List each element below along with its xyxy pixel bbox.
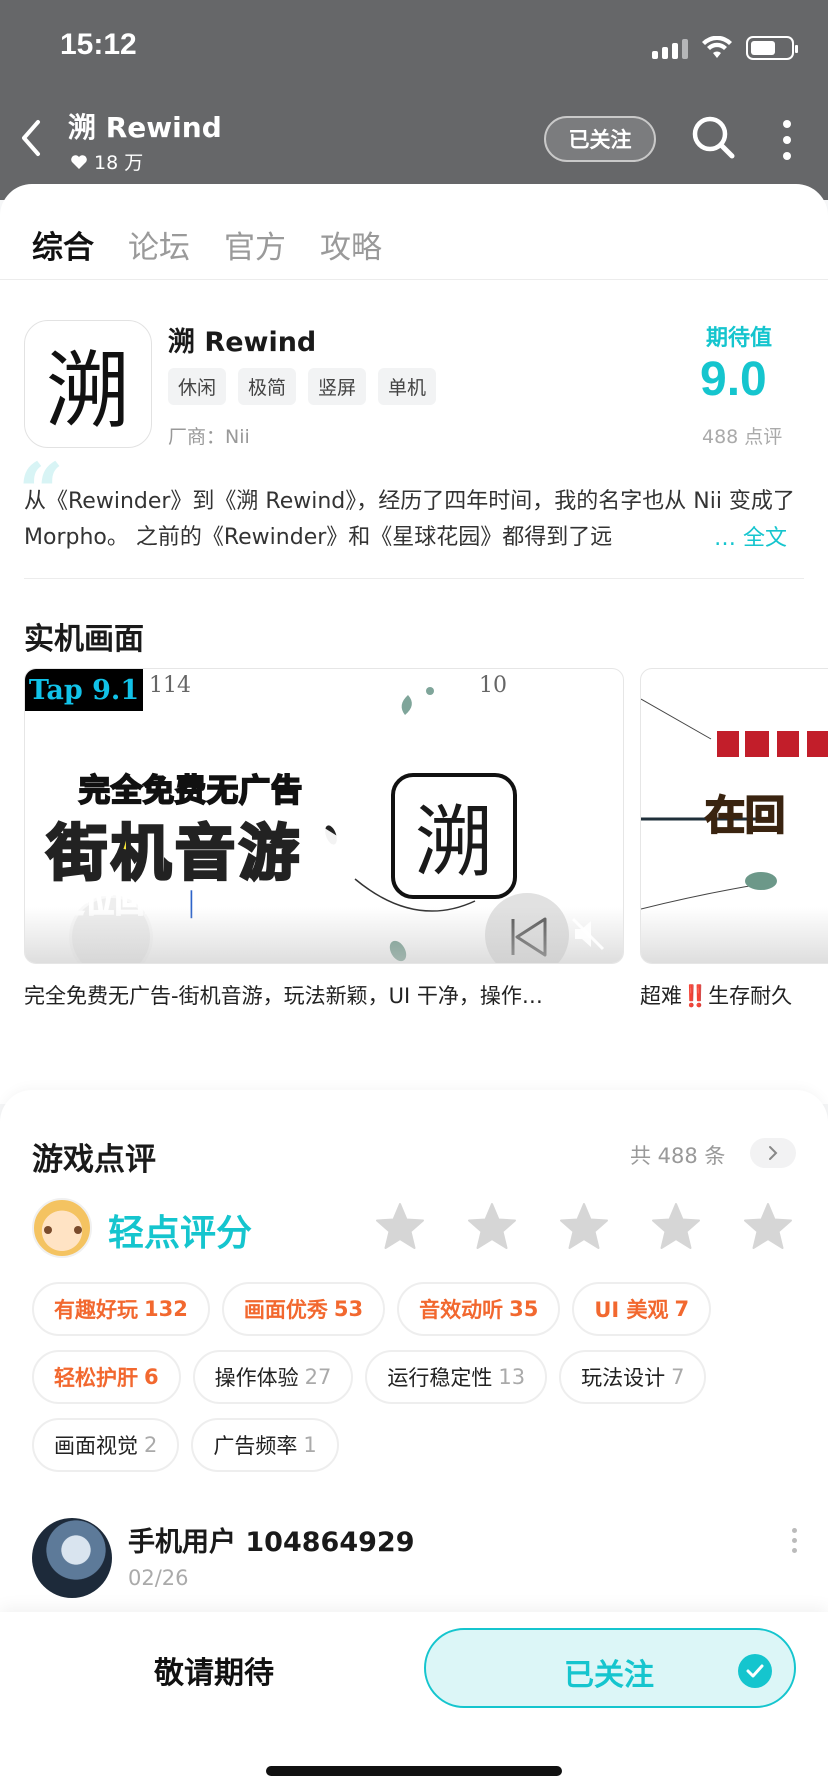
check-icon — [738, 1654, 772, 1688]
status-time: 15:12 — [60, 28, 137, 61]
game-logo: 溯 — [391, 773, 517, 899]
nav-bar: 溯 Rewind 18 万 已关注 — [0, 104, 828, 180]
video-caption: 完全免费无广告-街机音游，玩法新颖，UI 干净，操作… — [24, 984, 543, 1008]
read-more-link[interactable]: … 全文 — [708, 520, 787, 552]
followed-main-label: 已关注 — [564, 1658, 654, 1693]
video-gradient — [641, 907, 828, 963]
review-date: 02/26 — [128, 1566, 189, 1590]
reviews-total[interactable]: 共 488 条 — [630, 1140, 725, 1170]
follower-count-text: 18 万 — [94, 152, 144, 174]
video-caption: 超难‼️生存耐久 — [640, 984, 793, 1008]
app-name: 溯 Rewind — [168, 327, 317, 358]
home-indicator — [266, 1766, 562, 1776]
battery-icon — [746, 36, 798, 60]
video-gradient — [25, 907, 623, 963]
review-tag-chip[interactable]: 操作体验 27 — [192, 1350, 354, 1404]
tab-forum[interactable]: 论坛 — [128, 222, 190, 267]
promo-text: 完全免费无广告 — [78, 772, 303, 810]
followed-button[interactable]: 已关注 — [544, 116, 656, 162]
divider — [24, 578, 804, 579]
review-count: 488 点评 — [702, 426, 783, 448]
review-tag-chip[interactable]: 运行稳定性 13 — [365, 1350, 548, 1404]
game-detail-sheet: 综合 论坛 官方 攻略 溯 溯 Rewind 休闲 极简 竖屏 单机 厂商：Ni… — [0, 184, 828, 1104]
rating-stars — [374, 1202, 794, 1252]
heart-icon — [71, 154, 87, 169]
review-tag-chip[interactable]: 有趣好玩 132 — [32, 1282, 210, 1336]
wifi-icon — [702, 36, 732, 58]
maker-label[interactable]: 厂商：Nii — [168, 422, 250, 449]
review-tag-chip[interactable]: 轻松护肝 6 — [32, 1350, 181, 1404]
more-options-icon[interactable] — [782, 120, 792, 160]
tab-bar: 综合 论坛 官方 攻略 — [32, 222, 382, 273]
divider — [0, 279, 828, 280]
review-more-icon[interactable] — [792, 1528, 797, 1553]
review-tag-chips: 有趣好玩 132 画面优秀 53 音效动听 35 UI 美观 7 轻松护肝 6 操作体验 2… — [32, 1282, 812, 1472]
tab-guide[interactable]: 攻略 — [320, 222, 382, 267]
followed-main-button[interactable]: 已关注 — [424, 1628, 796, 1708]
tap-to-rate-label: 轻点评分 — [108, 1213, 253, 1254]
video-thumbnail[interactable]: Tap 9.1 114 10 完全免费无广告 街机音游 走位回溯 | 灵动治愈 … — [24, 668, 624, 964]
my-avatar — [32, 1198, 92, 1258]
overlay-number: 114 — [149, 673, 191, 698]
expect-score: 9.0 — [700, 353, 767, 406]
star-icon[interactable] — [742, 1202, 794, 1252]
user-avatar[interactable] — [32, 1518, 112, 1598]
review-tag-chip[interactable]: 画面视觉 2 — [32, 1418, 180, 1472]
svg-text:在回: 在回 — [705, 793, 785, 839]
tap-score-badge: Tap 9.1 — [25, 669, 143, 711]
page-title: 溯 Rewind — [68, 111, 222, 144]
chevron-right-icon[interactable] — [750, 1138, 796, 1168]
overlay-number: 10 — [479, 673, 507, 698]
star-icon[interactable] — [466, 1202, 518, 1252]
video-thumbnail[interactable]: 在回 — [640, 668, 828, 964]
review-tag-chip[interactable]: 广告频率 1 — [191, 1418, 339, 1472]
tag[interactable]: 竖屏 — [308, 368, 367, 405]
tag[interactable]: 极简 — [238, 368, 297, 405]
screenshots-title: 实机画面 — [24, 622, 144, 657]
cellular-signal-icon — [652, 37, 688, 59]
app-description: 从《Rewinder》到《溯 Rewind》，经历了四年时间，我的名字也从 Ni… — [24, 489, 795, 550]
app-header: 15:12 溯 Rewind 18 万 已关注 — [0, 0, 828, 200]
tag[interactable]: 休闲 — [168, 368, 227, 405]
reviews-title: 游戏点评 — [32, 1142, 156, 1178]
tab-official[interactable]: 官方 — [224, 222, 286, 267]
app-icon: 溯 — [24, 320, 152, 448]
app-tags: 休闲 极简 竖屏 单机 — [168, 368, 437, 405]
mute-icon[interactable] — [571, 917, 607, 951]
search-icon[interactable] — [690, 114, 736, 160]
coming-soon-label: 敬请期待 — [154, 1656, 274, 1691]
review-tag-chip[interactable]: 音效动听 35 — [397, 1282, 561, 1336]
follower-count: 18 万 — [70, 148, 143, 175]
tag[interactable]: 单机 — [378, 368, 437, 405]
star-icon[interactable] — [558, 1202, 610, 1252]
back-arrow-icon[interactable] — [16, 116, 46, 160]
expect-label: 期待值 — [706, 326, 773, 351]
star-icon[interactable] — [374, 1202, 426, 1252]
tab-overview[interactable]: 综合 — [32, 222, 94, 273]
status-icons — [652, 36, 798, 60]
review-tag-chip[interactable]: UI 美观 7 — [572, 1282, 712, 1336]
star-icon[interactable] — [650, 1202, 702, 1252]
review-username[interactable]: 手机用户 104864929 — [128, 1520, 414, 1559]
review-tag-chip[interactable]: 玩法设计 7 — [559, 1350, 707, 1404]
bottom-action-bar: 敬请期待 已关注 — [0, 1612, 828, 1792]
review-tag-chip[interactable]: 画面优秀 53 — [221, 1282, 386, 1336]
play-icon[interactable] — [315, 823, 355, 871]
